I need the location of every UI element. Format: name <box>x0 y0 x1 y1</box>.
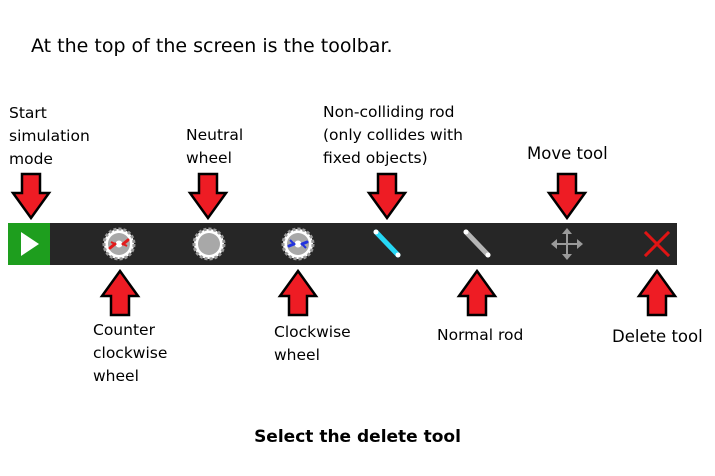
pointer-arrow-noncolliding <box>367 172 407 220</box>
label-start-simulation: Start simulation mode <box>9 104 90 168</box>
play-icon <box>8 223 50 265</box>
instruction-caption: Select the delete tool <box>254 427 461 447</box>
move-arrows-icon <box>551 228 583 260</box>
delete-tool-button[interactable] <box>636 223 678 265</box>
clockwise-wheel-button[interactable] <box>277 223 319 265</box>
red-x-icon <box>643 230 671 258</box>
label-neutral-wheel: Neutral wheel <box>186 126 244 167</box>
start-simulation-button[interactable] <box>8 223 50 265</box>
gray-rod-icon <box>463 229 491 258</box>
cyan-rod-icon <box>373 229 401 258</box>
intro-text: At the top of the screen is the toolbar. <box>31 35 393 57</box>
cw-wheel-icon <box>281 227 315 261</box>
label-normal-rod: Normal rod <box>437 326 524 344</box>
pointer-arrow-delete <box>637 269 677 317</box>
pointer-arrow-move <box>547 172 587 220</box>
pointer-arrow-normal-rod <box>457 269 497 317</box>
move-tool-button[interactable] <box>546 223 588 265</box>
label-move-tool: Move tool <box>527 144 608 163</box>
normal-rod-button[interactable] <box>456 223 498 265</box>
neutral-wheel-icon <box>192 227 226 261</box>
ccw-wheel-icon <box>102 227 136 261</box>
pointer-arrow-cw <box>278 269 318 317</box>
pointer-arrow-start <box>11 172 51 220</box>
label-non-colliding-rod: Non-colliding rod (only collides with fixe… <box>323 103 463 167</box>
label-clockwise-wheel: Clockwise wheel <box>274 323 351 364</box>
toolbar <box>8 223 677 265</box>
non-colliding-rod-button[interactable] <box>366 223 408 265</box>
label-counter-clockwise-wheel: Counter clockwise wheel <box>93 321 168 385</box>
neutral-wheel-button[interactable] <box>188 223 230 265</box>
pointer-arrow-neutral <box>188 172 228 220</box>
label-delete-tool: Delete tool <box>612 327 703 346</box>
pointer-arrow-ccw <box>100 269 140 317</box>
counter-clockwise-wheel-button[interactable] <box>98 223 140 265</box>
